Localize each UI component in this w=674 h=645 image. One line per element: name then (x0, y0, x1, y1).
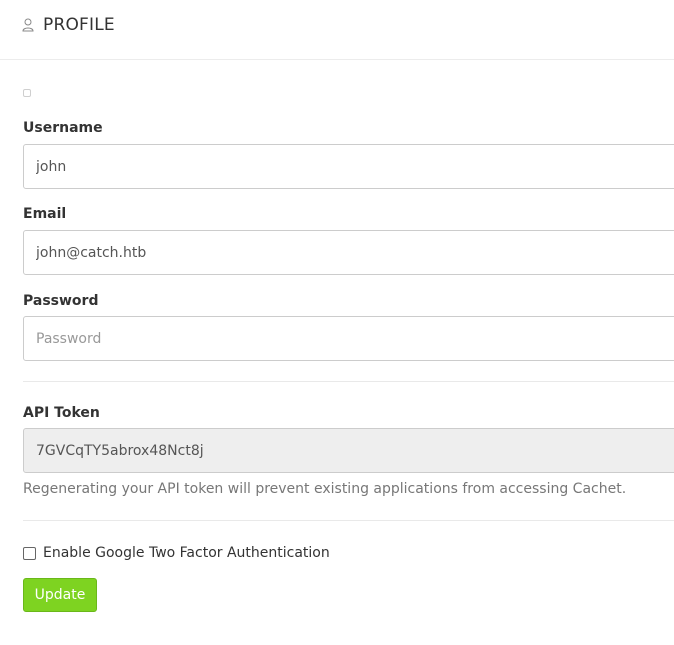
section-divider (23, 381, 674, 382)
api-token-label: API Token (23, 405, 100, 421)
username-label: Username (23, 120, 103, 136)
profile-header: PROFILE (0, 0, 674, 60)
two-factor-checkbox[interactable] (23, 547, 36, 560)
avatar-checkbox[interactable] (23, 89, 31, 97)
username-input[interactable] (23, 144, 674, 189)
two-factor-label: Enable Google Two Factor Authentication (43, 545, 330, 561)
update-button[interactable]: Update (23, 578, 97, 612)
page-title: PROFILE (43, 15, 115, 35)
password-input[interactable] (23, 316, 674, 361)
api-token-input[interactable] (23, 428, 674, 473)
email-input[interactable] (23, 230, 674, 275)
password-label: Password (23, 293, 99, 309)
section-divider (23, 520, 674, 521)
email-label: Email (23, 206, 67, 222)
user-icon (22, 18, 34, 32)
api-token-help: Regenerating your API token will prevent… (23, 481, 627, 497)
